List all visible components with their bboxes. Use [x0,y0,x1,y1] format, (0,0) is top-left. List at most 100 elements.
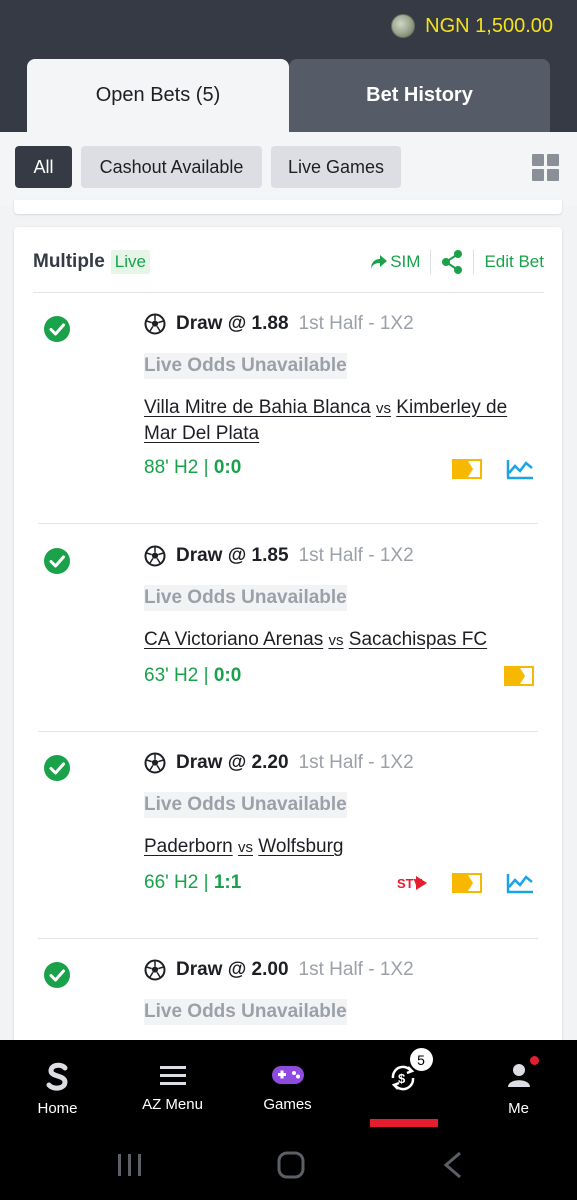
sim-label: SIM [390,252,421,271]
user-icon [507,1064,530,1087]
match-time: 66' H2 | [144,872,214,893]
selection-icons [452,458,534,480]
away-team: Wolfsburg [258,836,344,857]
sporty-logo-icon [46,1062,68,1091]
soccer-ball-icon [144,545,166,567]
action-separator [430,250,432,274]
balance-area[interactable]: NGN 1,500.00 [391,14,553,38]
won-check-icon [44,548,70,574]
filter-cashout-label: Cashout Available [99,156,244,177]
home-team: CA Victoriano Arenas [144,629,324,650]
match-score: 0:0 [213,665,242,686]
won-check-icon [44,755,70,781]
filter-all-label: All [33,156,54,177]
selection-pick: Draw @ 1.88 [176,313,289,334]
match-teams[interactable]: Paderborn vs Wolfsburg [144,834,544,860]
live-match-tracker-icon[interactable] [452,873,482,893]
share-arrow-icon [371,255,388,269]
nav-games[interactable]: Games [230,1040,345,1132]
selection-market: 1st Half - 1X2 [298,959,414,980]
filter-all[interactable]: All [15,146,72,188]
share-icon[interactable] [441,250,463,274]
menu-icon [159,1066,186,1085]
match-status: 66' H2 | 1:1 [144,872,241,894]
match-time: 63' H2 | [144,665,214,686]
nav-home[interactable]: Home [0,1040,115,1132]
action-separator [473,250,475,274]
user-icon-wrap [506,1056,539,1092]
home-team: Paderborn [144,836,233,857]
bet-actions: SIM Edit Bet [370,250,544,274]
nav-games-label: Games [263,1096,312,1113]
open-bets-icon-wrap: $ 5 [387,1048,433,1098]
match-teams[interactable]: Villa Mitre de Bahia Blanca vs Kimberley… [144,395,544,446]
edit-bet-button[interactable]: Edit Bet [484,252,544,272]
match-score: 1:1 [213,872,242,893]
stats-icon[interactable] [506,458,534,480]
active-tab-indicator [370,1119,438,1127]
bet-card-header: Multiple Live SIM Edit Bet [33,247,544,277]
odds-status: Live Odds Unavailable [144,353,347,379]
filter-bar: All Cashout Available Live Games [0,132,577,206]
soccer-ball-icon [144,313,166,335]
match-status: 88' H2 | 0:0 [144,457,241,479]
selection-pick-line: Draw @ 1.88 1st Half - 1X2 [144,313,414,335]
balance-amount: NGN 1,500.00 [425,14,553,37]
system-nav-bar [0,1132,577,1200]
odds-status: Live Odds Unavailable [144,585,347,611]
vs-label: vs [238,839,254,856]
filter-live-games-label: Live Games [287,156,385,177]
nav-me-label: Me [508,1100,529,1117]
match-status: 63' H2 | 0:0 [144,665,241,687]
stats-icon[interactable] [506,872,534,894]
open-bets-badge: 5 [409,1048,433,1071]
selection-market: 1st Half - 1X2 [298,313,414,334]
previous-card-edge [14,200,562,214]
selection-market: 1st Half - 1X2 [298,545,414,566]
stv-icon[interactable]: STV [396,872,428,894]
live-match-tracker-icon[interactable] [452,459,482,479]
won-check-icon [44,962,70,988]
svg-text:STV: STV [397,876,423,891]
away-team: Sacachispas FC [348,629,488,650]
filter-live-games[interactable]: Live Games [271,146,401,188]
match-teams[interactable]: CA Victoriano Arenas vs Sacachispas FC [144,627,544,653]
live-match-tracker-icon[interactable] [504,666,534,686]
bet-type: Multiple [33,251,105,272]
home-button-icon[interactable] [277,1151,305,1179]
gamepad-icon [271,1066,304,1084]
selection-divider [38,938,538,939]
odds-status: Live Odds Unavailable [144,792,347,818]
selection-icons [504,666,534,686]
vs-label: vs [328,632,344,649]
nav-me[interactable]: Me [461,1040,576,1132]
filter-cashout-available[interactable]: Cashout Available [81,146,262,188]
selection-pick: Draw @ 2.20 [176,752,289,773]
soccer-ball-icon [144,959,166,981]
back-button-icon[interactable] [442,1151,464,1179]
selection-divider [38,731,538,732]
svg-text:$: $ [398,1071,406,1086]
selection-divider [38,523,538,524]
card-divider [33,292,544,293]
bet-card: Multiple Live SIM Edit Bet Draw @ 1.88 1… [14,227,562,1067]
sim-button[interactable]: SIM [370,252,420,272]
avatar[interactable] [391,14,416,38]
match-score: 0:0 [213,457,242,478]
nav-home-label: Home [37,1100,78,1117]
selection-market: 1st Half - 1X2 [298,752,414,773]
tab-bet-history-label: Bet History [366,84,473,106]
odds-status: Live Odds Unavailable [144,999,347,1025]
tab-bet-history[interactable]: Bet History [289,59,550,132]
match-time: 88' H2 | [144,457,214,478]
live-badge: Live [110,250,150,274]
tab-open-bets-label: Open Bets (5) [95,84,221,106]
selection-pick-line: Draw @ 2.00 1st Half - 1X2 [144,959,414,981]
grid-icon[interactable] [532,154,559,181]
header: NGN 1,500.00 Open Bets (5) Bet History [0,0,577,132]
vs-label: vs [376,400,392,417]
nav-az-menu[interactable]: AZ Menu [115,1040,230,1132]
soccer-ball-icon [144,752,166,774]
tab-open-bets[interactable]: Open Bets (5) [27,59,289,132]
recent-apps-icon[interactable] [116,1152,144,1178]
